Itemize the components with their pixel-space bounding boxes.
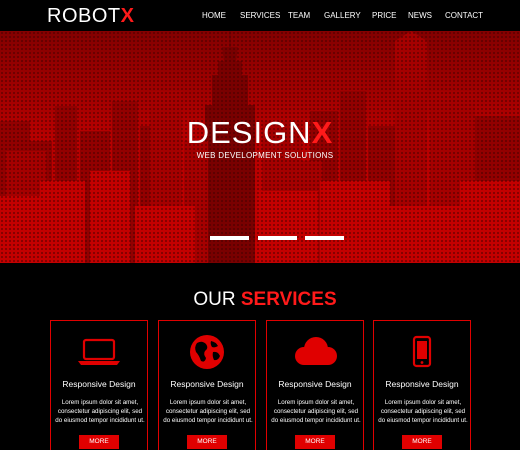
services-heading-main: OUR [193,289,236,310]
nav-home[interactable]: HOME [202,11,226,21]
service-card-text: Lorem ipsum dolor sit amet, consectetur … [55,399,145,424]
hero-title: DESIGNX [0,117,520,149]
services-heading-accent: SERVICES [240,289,337,310]
services-section: OUR SERVICES Responsive Design Lorem ips… [0,263,520,450]
slider-indicator-1[interactable] [210,236,249,240]
laptop-icon [51,335,147,369]
nav-contact[interactable]: CONTACT [445,11,483,21]
hero-title-main: DESIGN [186,115,312,150]
slider-indicator-3[interactable] [305,236,344,240]
nav-services[interactable]: SERVICES [240,11,280,21]
service-card-title: Responsive Design [278,379,352,389]
hero-subtitle: WEB DEVELOPMENT SOLUTIONS [196,151,334,160]
more-button[interactable]: MORE [295,435,335,449]
globe-icon [159,335,255,369]
mobile-icon [374,335,470,369]
nav-price[interactable]: PRICE [372,11,396,21]
service-card-title: Responsive Design [62,379,136,389]
nav-news[interactable]: NEWS [408,11,432,21]
service-card-title: Responsive Design [385,379,459,389]
nav-gallery[interactable]: GALLERY [324,11,361,21]
slider-indicator-2[interactable] [258,236,297,240]
service-card-text: Lorem ipsum dolor sit amet, consectetur … [378,399,468,424]
nav-team[interactable]: TEAM [288,11,310,21]
service-card: Responsive Design Lorem ipsum dolor sit … [373,320,471,450]
more-button[interactable]: MORE [187,435,227,449]
service-card-text: Lorem ipsum dolor sit amet, consectetur … [163,399,253,424]
more-button[interactable]: MORE [402,435,442,449]
hero-title-accent: X [311,115,334,150]
service-card: Responsive Design Lorem ipsum dolor sit … [158,320,256,450]
logo-accent: X [120,5,135,27]
service-card: Responsive Design Lorem ipsum dolor sit … [50,320,148,450]
hero-banner: DESIGNX WEB DEVELOPMENT SOLUTIONS [0,31,520,263]
more-button[interactable]: MORE [79,435,119,449]
service-card-text: Lorem ipsum dolor sit amet, consectetur … [271,399,361,424]
navbar: ROBOTX HOME SERVICES TEAM GALLERY PRICE … [0,0,520,31]
site-logo[interactable]: ROBOTX [47,5,134,27]
logo-main: ROBOT [47,5,121,27]
service-card-title: Responsive Design [170,379,244,389]
service-card: Responsive Design Lorem ipsum dolor sit … [266,320,364,450]
cloud-icon [267,335,363,369]
services-heading: OUR SERVICES [0,290,520,310]
